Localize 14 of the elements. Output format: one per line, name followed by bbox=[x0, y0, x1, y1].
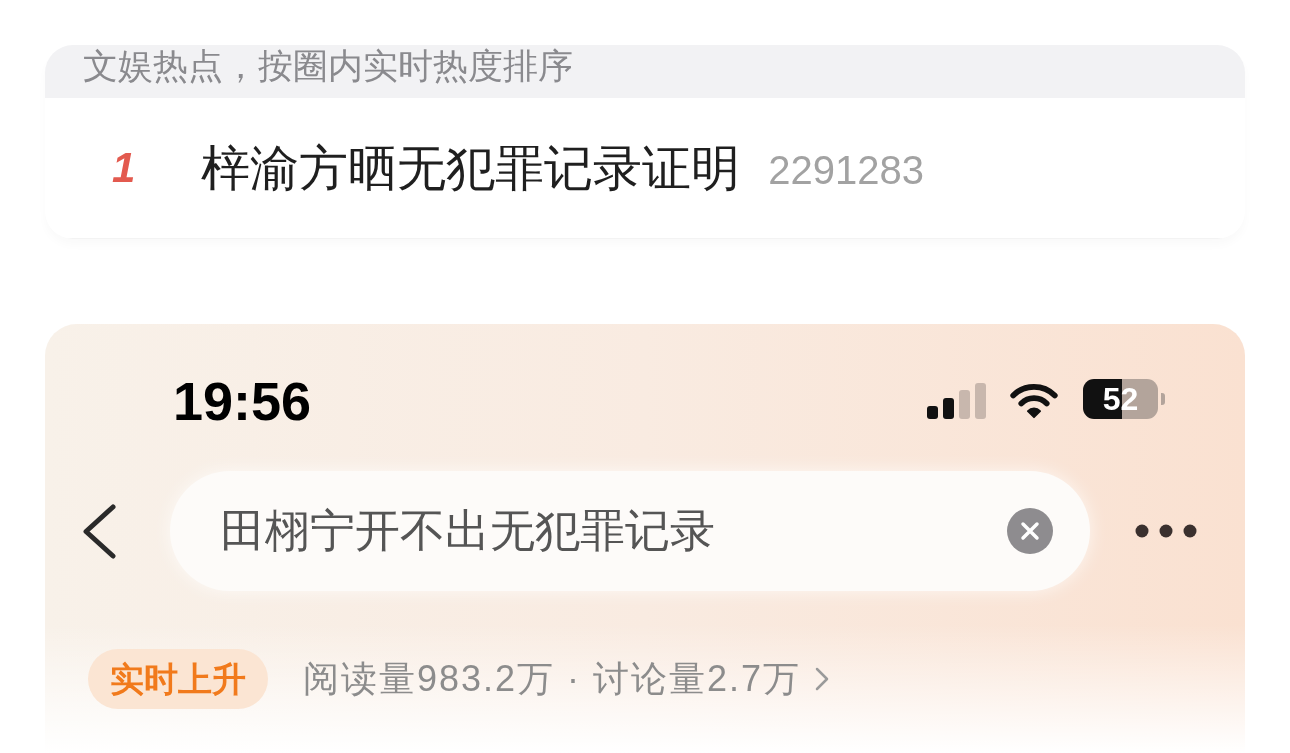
trend-badge: 实时上升 bbox=[88, 649, 268, 709]
more-icon[interactable] bbox=[1135, 524, 1197, 538]
clear-icon[interactable] bbox=[1007, 508, 1053, 554]
wifi-icon bbox=[1009, 382, 1059, 420]
rank-number: 1 bbox=[112, 143, 136, 193]
hot-list-item[interactable]: 1 梓渝方晒无犯罪记录证明 2291283 bbox=[45, 98, 1245, 239]
back-icon[interactable] bbox=[82, 503, 117, 559]
section-header: 文娱热点，按圈内实时热度排序 bbox=[45, 45, 1245, 98]
topic-title: 梓渝方晒无犯罪记录证明 bbox=[201, 140, 741, 197]
search-field[interactable]: 田栩宁开不出无犯罪记录 bbox=[170, 471, 1090, 591]
status-time: 19:56 bbox=[173, 379, 312, 423]
chevron-right-icon[interactable] bbox=[815, 667, 830, 691]
heat-count: 2291283 bbox=[768, 147, 925, 194]
signal-icon bbox=[927, 383, 988, 419]
